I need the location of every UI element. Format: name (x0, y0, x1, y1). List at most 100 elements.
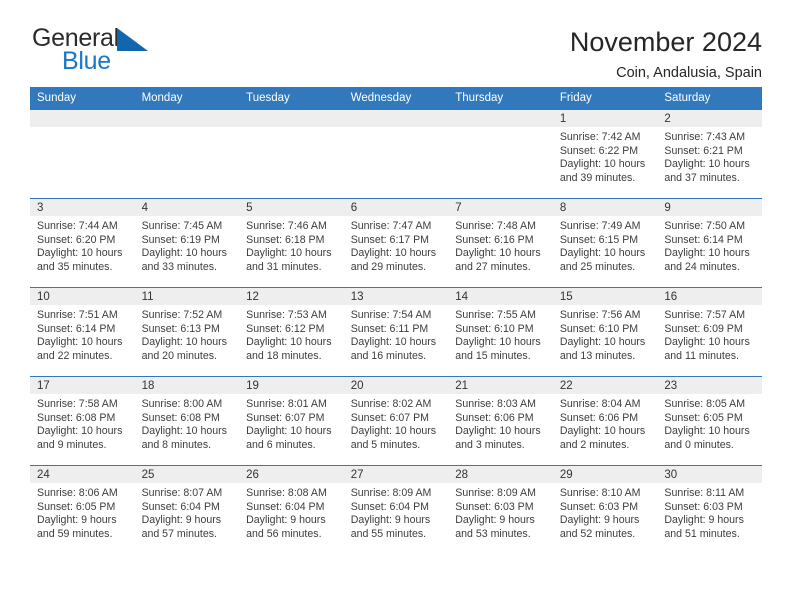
calendar-day-cell[interactable]: 14 Sunrise: 7:55 AM Sunset: 6:10 PM Dayligh… (448, 287, 553, 377)
day-details: Sunrise: 7:43 AM Sunset: 6:21 PM Daylight:… (657, 127, 762, 185)
calendar-week-row: 3 Sunrise: 7:44 AM Sunset: 6:20 PM Daylight… (30, 198, 762, 288)
day-number: 28 (448, 466, 553, 483)
day-details: Sunrise: 7:57 AM Sunset: 6:09 PM Daylight:… (657, 305, 762, 363)
day-number: 8 (552, 199, 658, 216)
day-details: Sunrise: 7:56 AM Sunset: 6:10 PM Daylight:… (553, 305, 658, 363)
daylight-text-line2: and 3 minutes. (455, 438, 525, 451)
calendar-day-cell[interactable]: 18 Sunrise: 8:00 AM Sunset: 6:08 PM Dayligh… (134, 376, 240, 466)
calendar-body: 1 Sunrise: 7:42 AM Sunset: 6:22 PM Daylight… (30, 109, 762, 555)
daylight-text-line1: Daylight: 10 hours (664, 425, 750, 438)
sunset-text: Sunset: 6:06 PM (559, 411, 639, 424)
sunset-text: Sunset: 6:04 PM (350, 500, 430, 513)
calendar-day-cell[interactable]: 7 Sunrise: 7:48 AM Sunset: 6:16 PM Daylight… (448, 198, 553, 288)
calendar-day-cell[interactable]: 20 Sunrise: 8:02 AM Sunset: 6:07 PM Dayligh… (343, 376, 449, 466)
sunrise-text: Sunrise: 8:02 AM (350, 398, 432, 410)
sunrise-text: Sunrise: 7:49 AM (559, 220, 641, 232)
sunrise-text: Sunrise: 8:01 AM (246, 398, 327, 410)
daylight-text-line1: Daylight: 10 hours (350, 336, 437, 349)
day-details: Sunrise: 8:00 AM Sunset: 6:08 PM Daylight:… (135, 394, 240, 452)
daylight-text-line1: Daylight: 9 hours (246, 514, 326, 527)
calendar-day-cell[interactable]: 8 Sunrise: 7:49 AM Sunset: 6:15 PM Daylight… (552, 198, 658, 288)
day-number: 22 (552, 377, 658, 394)
calendar-day-cell[interactable]: 1 Sunrise: 7:42 AM Sunset: 6:22 PM Daylight… (552, 109, 658, 199)
calendar-day-cell[interactable]: 26 Sunrise: 8:08 AM Sunset: 6:04 PM Dayligh… (239, 465, 344, 555)
day-number: 19 (239, 377, 344, 394)
sunrise-text: Sunrise: 8:09 AM (350, 487, 432, 499)
calendar-day-cell[interactable]: 4 Sunrise: 7:45 AM Sunset: 6:19 PM Daylight… (134, 198, 240, 288)
calendar-day-cell[interactable]: 24 Sunrise: 8:06 AM Sunset: 6:05 PM Dayligh… (30, 465, 135, 555)
general-blue-logo[interactable]: General Blue (30, 24, 160, 76)
sunrise-text: Sunrise: 7:43 AM (664, 131, 746, 143)
calendar-day-cell[interactable]: 19 Sunrise: 8:01 AM Sunset: 6:07 PM Dayligh… (239, 376, 344, 466)
calendar-day-cell[interactable]: 30 Sunrise: 8:11 AM Sunset: 6:03 PM Dayligh… (657, 465, 762, 555)
day-details: Sunrise: 7:44 AM Sunset: 6:20 PM Daylight:… (30, 216, 135, 274)
sunset-text: Sunset: 6:10 PM (455, 322, 534, 335)
calendar-day-cell[interactable]: 10 Sunrise: 7:51 AM Sunset: 6:14 PM Dayligh… (30, 287, 135, 377)
daylight-text-line2: and 24 minutes. (664, 260, 740, 273)
day-number (30, 110, 135, 127)
day-number: 16 (657, 288, 762, 305)
weekday-header-monday: Monday (134, 87, 240, 110)
calendar-day-cell[interactable]: 2 Sunrise: 7:43 AM Sunset: 6:21 PM Daylight… (657, 109, 762, 199)
daylight-text-line2: and 25 minutes. (559, 260, 636, 273)
day-number: 21 (448, 377, 553, 394)
day-number: 6 (343, 199, 449, 216)
weekday-header-tuesday: Tuesday (239, 87, 344, 110)
day-details: Sunrise: 8:09 AM Sunset: 6:03 PM Daylight:… (448, 483, 553, 541)
calendar-day-cell[interactable]: 23 Sunrise: 8:05 AM Sunset: 6:05 PM Dayligh… (657, 376, 762, 466)
sunrise-text: Sunrise: 8:04 AM (559, 398, 641, 410)
day-number (343, 110, 449, 127)
daylight-text-line1: Daylight: 9 hours (664, 514, 744, 527)
calendar-day-cell[interactable]: 3 Sunrise: 7:44 AM Sunset: 6:20 PM Daylight… (30, 198, 135, 288)
daylight-text-line1: Daylight: 10 hours (350, 247, 437, 260)
calendar-day-cell[interactable]: 17 Sunrise: 7:58 AM Sunset: 6:08 PM Dayligh… (30, 376, 135, 466)
calendar-day-cell[interactable]: 25 Sunrise: 8:07 AM Sunset: 6:04 PM Dayligh… (134, 465, 240, 555)
day-details: Sunrise: 7:46 AM Sunset: 6:18 PM Daylight:… (239, 216, 344, 274)
calendar-day-cell[interactable]: 21 Sunrise: 8:03 AM Sunset: 6:06 PM Dayligh… (448, 376, 553, 466)
day-number: 23 (657, 377, 762, 394)
day-number: 24 (30, 466, 135, 483)
calendar-day-cell[interactable]: 29 Sunrise: 8:10 AM Sunset: 6:03 PM Dayligh… (552, 465, 658, 555)
day-details: Sunrise: 8:07 AM Sunset: 6:04 PM Daylight:… (135, 483, 240, 541)
weekday-header-sunday: Sunday (30, 87, 135, 110)
daylight-text-line2: and 0 minutes. (664, 438, 734, 451)
day-number: 14 (448, 288, 553, 305)
calendar-day-cell[interactable]: 16 Sunrise: 7:57 AM Sunset: 6:09 PM Dayligh… (657, 287, 762, 377)
calendar-day-cell[interactable]: 27 Sunrise: 8:09 AM Sunset: 6:04 PM Dayligh… (343, 465, 449, 555)
title-block: November 2024 Coin, Andalusia, Spain (570, 24, 762, 83)
sunset-text: Sunset: 6:04 PM (141, 500, 220, 513)
daylight-text-line1: Daylight: 10 hours (37, 336, 123, 349)
calendar-day-cell[interactable]: 11 Sunrise: 7:52 AM Sunset: 6:13 PM Dayligh… (134, 287, 240, 377)
day-details: Sunrise: 7:48 AM Sunset: 6:16 PM Daylight:… (448, 216, 553, 274)
day-details: Sunrise: 8:11 AM Sunset: 6:03 PM Daylight:… (657, 483, 762, 541)
calendar-day-cell[interactable]: 22 Sunrise: 8:04 AM Sunset: 6:06 PM Dayligh… (552, 376, 658, 466)
calendar-cell-empty (343, 109, 449, 199)
daylight-text-line1: Daylight: 9 hours (37, 514, 117, 527)
calendar-day-cell[interactable]: 5 Sunrise: 7:46 AM Sunset: 6:18 PM Daylight… (239, 198, 344, 288)
sunset-text: Sunset: 6:03 PM (664, 500, 743, 513)
calendar-day-cell[interactable]: 13 Sunrise: 7:54 AM Sunset: 6:11 PM Dayligh… (343, 287, 449, 377)
day-details: Sunrise: 7:42 AM Sunset: 6:22 PM Daylight:… (553, 127, 658, 185)
day-number: 13 (343, 288, 449, 305)
daylight-text-line1: Daylight: 10 hours (141, 247, 227, 260)
day-number: 1 (552, 110, 658, 127)
calendar-day-cell[interactable]: 12 Sunrise: 7:53 AM Sunset: 6:12 PM Dayligh… (239, 287, 344, 377)
weekday-header-friday: Friday (552, 87, 658, 110)
daylight-text-line1: Daylight: 9 hours (455, 514, 535, 527)
daylight-text-line1: Daylight: 9 hours (141, 514, 222, 527)
daylight-text-line1: Daylight: 10 hours (141, 425, 227, 438)
calendar-cell-empty (448, 109, 553, 199)
daylight-text-line2: and 2 minutes. (559, 438, 630, 451)
calendar-day-cell[interactable]: 28 Sunrise: 8:09 AM Sunset: 6:03 PM Dayligh… (448, 465, 553, 555)
day-details: Sunrise: 8:01 AM Sunset: 6:07 PM Daylight:… (239, 394, 344, 452)
day-number: 17 (30, 377, 135, 394)
calendar-day-cell[interactable]: 6 Sunrise: 7:47 AM Sunset: 6:17 PM Daylight… (343, 198, 449, 288)
day-number: 20 (343, 377, 449, 394)
sunrise-text: Sunrise: 7:56 AM (559, 309, 641, 321)
calendar-day-cell[interactable]: 15 Sunrise: 7:56 AM Sunset: 6:10 PM Dayligh… (552, 287, 658, 377)
daylight-text-line1: Daylight: 9 hours (559, 514, 640, 527)
page-header: General Blue November 2024 Coin, Andalus… (30, 0, 762, 81)
calendar-day-cell[interactable]: 9 Sunrise: 7:50 AM Sunset: 6:14 PM Daylight… (657, 198, 762, 288)
daylight-text-line2: and 27 minutes. (455, 260, 531, 273)
daylight-text-line2: and 55 minutes. (350, 527, 427, 540)
